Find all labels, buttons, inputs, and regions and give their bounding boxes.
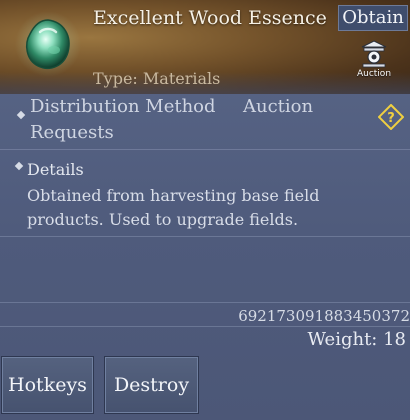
distribution-section: Distribution Method Requests Auction ? [0,94,410,148]
distribution-value: Auction [243,96,314,117]
hotkeys-button[interactable]: Hotkeys [1,356,94,414]
question-mark-icon[interactable]: ? [378,104,404,130]
details-text: Obtained from harvesting base field prod… [27,186,320,229]
item-weight: Weight: 18 [307,329,406,350]
auction-button[interactable]: Auction [352,40,396,82]
item-type: Type: Materials [93,69,221,88]
green-wood-essence-gem-icon [15,11,81,77]
destroy-button[interactable]: Destroy [104,356,199,414]
section-divider [0,149,410,150]
bullet-icon [16,110,26,120]
svg-text:?: ? [387,111,395,126]
details-title: Details [27,160,84,179]
section-divider [0,326,410,327]
section-divider [0,302,410,303]
item-id: 6921730918834503​72 [238,307,410,325]
item-tooltip-panel: Excellent Wood Essence Obtain Auction Ty… [0,0,410,420]
obtain-button[interactable]: Obtain [338,5,408,31]
item-header: Excellent Wood Essence Obtain Auction Ty… [0,0,410,94]
section-divider [0,236,410,237]
distribution-label-line2: Requests [30,122,114,143]
bullet-icon [14,161,24,171]
item-name: Excellent Wood Essence [93,7,327,29]
auction-house-icon [361,40,387,68]
auction-label: Auction [356,69,392,79]
